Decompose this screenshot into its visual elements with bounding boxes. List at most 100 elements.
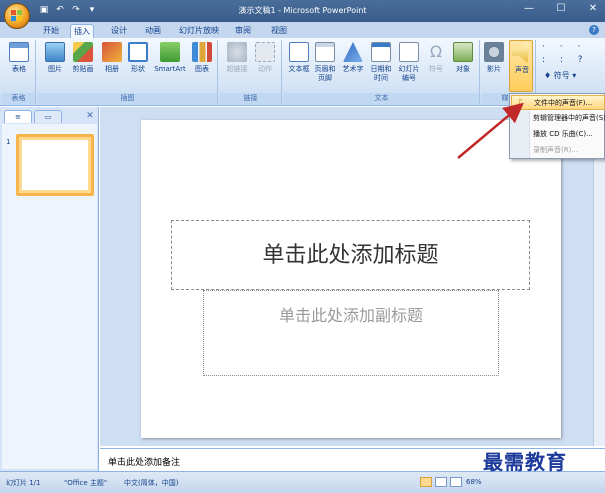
slide-number-icon [399, 42, 419, 62]
album-button[interactable]: 相册 [100, 42, 124, 74]
slide-thumbnail [22, 140, 88, 190]
action-label: 动作 [258, 65, 272, 73]
subtitle-placeholder[interactable]: 单击此处添加副标题 [203, 290, 499, 376]
tab-view[interactable]: 视图 [268, 24, 290, 38]
tab-slideshow[interactable]: 幻灯片放映 [176, 24, 222, 38]
hyperlink-icon [227, 42, 247, 62]
symbol-dropdown-label: 符号 [553, 71, 570, 80]
object-icon [453, 42, 473, 62]
group-label-tables: 表格 [2, 93, 35, 104]
header-footer-button[interactable]: 页眉和页脚 [312, 42, 338, 83]
textbox-label: 文本框 [288, 65, 310, 73]
table-button-label: 表格 [12, 65, 26, 73]
movie-label: 影片 [487, 65, 501, 73]
group-tables: 表格 表格 [2, 40, 36, 104]
picture-icon [45, 42, 65, 62]
group-text: 文本框 页眉和页脚 艺术字 日期和时间 幻灯片编号 Ω 符号 对象 文本 [284, 40, 480, 104]
tab-animations[interactable]: 动画 [142, 24, 164, 38]
picture-label: 图片 [48, 65, 62, 73]
group-label-text: 文本 [284, 93, 479, 104]
slide-number-label: 幻灯片编号 [398, 65, 420, 82]
sound-button-content: 声音 [511, 43, 533, 75]
datetime-icon [371, 42, 391, 62]
slideshow-view-button[interactable] [450, 477, 462, 487]
group-illustrations: 图片 剪贴画 相册 形状 SmartArt 图表 插图 [38, 40, 218, 104]
movie-icon [484, 42, 504, 62]
status-theme: "Office 主题" [64, 479, 108, 487]
status-slide-info: 幻灯片 1/1 [6, 479, 41, 487]
wordart-button[interactable]: 艺术字 [340, 42, 366, 74]
ribbon-tabs: 开始 插入 设计 动画 幻灯片放映 审阅 视图 ? [0, 22, 605, 38]
menu-item-sound-from-organizer[interactable]: 剪辑管理器中的声音(S)... [511, 111, 605, 126]
album-icon [102, 42, 122, 62]
hyperlink-button[interactable]: 超链接 [223, 42, 251, 74]
group-label-illustrations: 插图 [38, 93, 217, 104]
sound-label: 声音 [515, 66, 529, 74]
close-pane-icon[interactable]: ✕ [84, 110, 96, 122]
shapes-icon [128, 42, 148, 62]
minimize-button[interactable]: — [523, 3, 535, 14]
notes-placeholder: 单击此处添加备注 [108, 458, 181, 468]
chevron-down-icon: ▾ [572, 71, 577, 80]
slide-sorter-view-button[interactable] [435, 477, 447, 487]
office-logo-icon [11, 10, 22, 21]
speaker-icon [512, 43, 528, 63]
slide-thumbnail-selected[interactable] [16, 134, 94, 196]
hyperlink-label: 超链接 [226, 65, 248, 73]
pane-tabs: ≡ ▭ ✕ [4, 110, 96, 123]
title-bar: ▣ ↶ ↷ ▾ 演示文稿1 - Microsoft PowerPoint — ☐… [0, 0, 605, 22]
clipart-label: 剪贴画 [72, 65, 94, 73]
symbol-label: 符号 [429, 65, 443, 73]
maximize-button[interactable]: ☐ [555, 3, 567, 14]
header-footer-icon [315, 42, 335, 62]
chart-button[interactable]: 图表 [190, 42, 214, 74]
normal-view-button[interactable] [420, 477, 432, 487]
smartart-button[interactable]: SmartArt [152, 42, 188, 74]
sound-file-icon: ♪ [517, 98, 523, 108]
smartart-icon [160, 42, 180, 62]
office-button[interactable] [4, 3, 30, 29]
tab-insert[interactable]: 插入 [70, 24, 94, 38]
tab-review[interactable]: 审阅 [232, 24, 254, 38]
menu-item-play-cd[interactable]: 播放 CD 乐曲(C)... [511, 127, 605, 142]
textbox-button[interactable]: 文本框 [286, 42, 312, 74]
special-dots-row2: : : ? [542, 55, 589, 65]
picture-button[interactable]: 图片 [42, 42, 68, 74]
smartart-label: SmartArt [154, 65, 186, 73]
table-button[interactable]: 表格 [7, 42, 31, 74]
slide-number-button[interactable]: 幻灯片编号 [396, 42, 422, 83]
status-language: 中文(简体，中国) [124, 479, 179, 487]
thumbnail-list: 1 [2, 124, 97, 469]
slide-canvas: 单击此处添加标题 单击此处添加副标题 [141, 120, 561, 438]
symbol-button[interactable]: Ω 符号 [424, 42, 448, 74]
menu-item-label: 播放 CD 乐曲(C)... [533, 130, 593, 138]
tab-slides[interactable]: ▭ [34, 110, 62, 123]
help-icon[interactable]: ? [589, 25, 599, 35]
wordart-label: 艺术字 [342, 65, 364, 73]
datetime-label: 日期和时间 [370, 65, 392, 82]
menu-item-record-sound[interactable]: 录制声音(R)... [511, 143, 605, 158]
datetime-button[interactable]: 日期和时间 [368, 42, 394, 83]
action-button[interactable]: 动作 [252, 42, 278, 74]
chart-icon [192, 42, 212, 62]
clipart-button[interactable]: 剪贴画 [68, 42, 98, 74]
tab-design[interactable]: 设计 [108, 24, 130, 38]
sound-button[interactable]: 声音 [509, 40, 533, 92]
sound-dropdown-menu: ♪ 文件中的声音(F)... 剪辑管理器中的声音(S)... 播放 CD 乐曲(… [509, 93, 605, 159]
object-button[interactable]: 对象 [450, 42, 476, 74]
album-label: 相册 [105, 65, 119, 73]
movie-button[interactable]: 影片 [482, 42, 506, 74]
zoom-level[interactable]: 68% [466, 478, 482, 486]
menu-item-label: 录制声音(R)... [533, 146, 579, 154]
special-symbols-group: · · · : : ? ♦ 符号 ▾ [538, 40, 602, 92]
chart-label: 图表 [195, 65, 209, 73]
title-placeholder[interactable]: 单击此处添加标题 [171, 220, 530, 290]
close-button[interactable]: ✕ [587, 3, 599, 14]
tab-home[interactable]: 开始 [40, 24, 62, 38]
shapes-label: 形状 [131, 65, 145, 73]
menu-item-sound-from-file[interactable]: ♪ 文件中的声音(F)... [511, 95, 605, 110]
tab-outline[interactable]: ≡ [4, 110, 32, 123]
shapes-button[interactable]: 形状 [126, 42, 150, 74]
slide-thumbnail-number: 1 [6, 138, 11, 146]
symbol-dropdown[interactable]: ♦ 符号 ▾ [544, 70, 576, 81]
